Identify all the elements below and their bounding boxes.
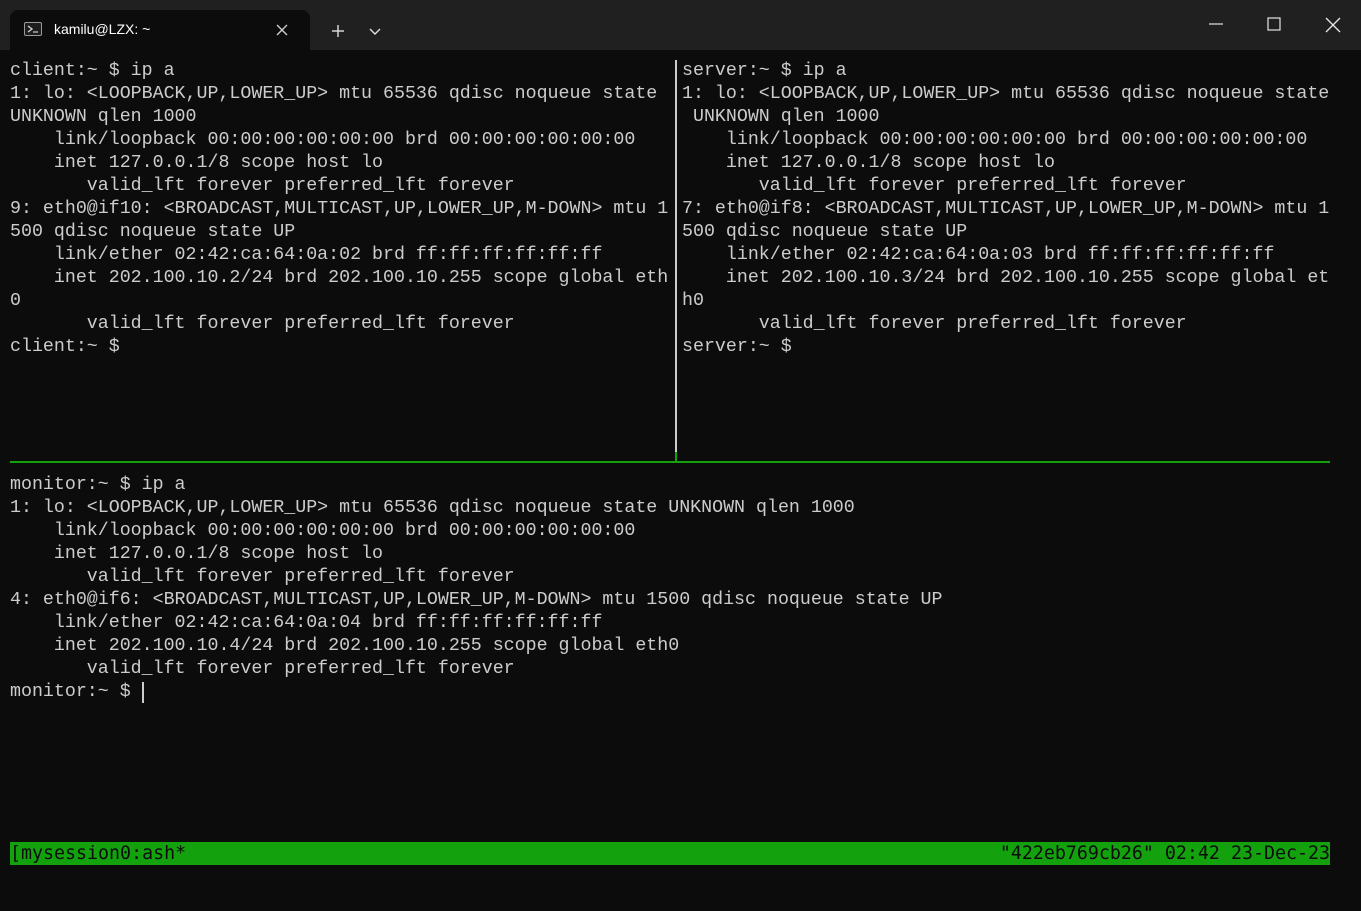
terminal-tab[interactable]: kamilu@LZX: ~ (10, 10, 310, 50)
horizontal-pane-divider[interactable] (10, 461, 1330, 463)
terminal-line: valid_lft forever preferred_lft forever (10, 659, 515, 679)
terminal-line: 1: lo: <LOOPBACK,UP,LOWER_UP> mtu 65536 … (10, 498, 855, 518)
vertical-pane-divider[interactable] (675, 60, 677, 452)
tab-title: kamilu@LZX: ~ (54, 21, 151, 37)
monitor-pane[interactable]: monitor:~ $ ip a 1: lo: <LOOPBACK,UP,LOWE… (10, 474, 943, 704)
host-time-date: "422eb769cb26" 02:42 23-Dec-23 (999, 843, 1330, 864)
minimize-icon (1209, 23, 1223, 25)
terminal-line: 4: eth0@if6: <BROADCAST,MULTICAST,UP,LOW… (10, 590, 943, 610)
session-window-name[interactable]: [mysession0:ash* (10, 842, 186, 865)
new-tab-plus-icon[interactable] (324, 18, 352, 44)
terminal-prompt: server:~ $ (682, 337, 792, 357)
title-bar: kamilu@LZX: ~ (0, 0, 1361, 50)
terminal-line: 0 (10, 291, 21, 311)
terminal-prompt: client:~ $ (10, 337, 120, 357)
minimize-button[interactable] (1187, 0, 1245, 50)
terminal-line: inet 202.100.10.2/24 brd 202.100.10.255 … (10, 268, 669, 288)
terminal-line: inet 202.100.10.3/24 brd 202.100.10.255 … (682, 268, 1330, 288)
terminal-line: 1: lo: <LOOPBACK,UP,LOWER_UP> mtu 65536 … (10, 84, 658, 104)
terminal-line: link/loopback 00:00:00:00:00:00 brd 00:0… (10, 130, 636, 150)
terminal-line: valid_lft forever preferred_lft forever (10, 567, 515, 587)
text-cursor (142, 682, 144, 703)
terminal-line: 9: eth0@if10: <BROADCAST,MULTICAST,UP,LO… (10, 199, 669, 219)
close-window-button[interactable] (1303, 0, 1361, 50)
chevron-down-icon[interactable] (364, 20, 386, 42)
terminal-line: server:~ $ ip a (682, 61, 847, 81)
terminal-line: link/loopback 00:00:00:00:00:00 brd 00:0… (10, 521, 636, 541)
maximize-button[interactable] (1245, 0, 1303, 50)
terminal-line: monitor:~ $ ip a (10, 475, 186, 495)
terminal-line: inet 127.0.0.1/8 scope host lo (10, 544, 383, 564)
client-pane[interactable]: client:~ $ ip a 1: lo: <LOOPBACK,UP,LOWER… (10, 60, 668, 359)
terminal-line: 500 qdisc noqueue state UP (682, 222, 968, 242)
terminal-line: 500 qdisc noqueue state UP (10, 222, 296, 242)
terminal-line: 7: eth0@if8: <BROADCAST,MULTICAST,UP,LOW… (682, 199, 1330, 219)
terminal-line: link/ether 02:42:ca:64:0a:03 brd ff:ff:f… (682, 245, 1275, 265)
close-tab-icon[interactable] (274, 22, 290, 38)
terminal-line: link/loopback 00:00:00:00:00:00 brd 00:0… (682, 130, 1308, 150)
terminal-prompt: monitor:~ $ (10, 682, 131, 702)
active-divider-marker (675, 452, 677, 461)
terminal-line: valid_lft forever preferred_lft forever (10, 314, 515, 334)
terminal-line: UNKNOWN qlen 1000 (682, 107, 880, 127)
terminal-line: valid_lft forever preferred_lft forever (682, 314, 1187, 334)
terminal-line: UNKNOWN qlen 1000 (10, 107, 197, 127)
terminal-line: inet 127.0.0.1/8 scope host lo (682, 153, 1055, 173)
close-icon (1325, 17, 1341, 33)
terminal-line: link/ether 02:42:ca:64:0a:04 brd ff:ff:f… (10, 613, 603, 633)
maximize-icon (1267, 17, 1281, 31)
powershell-terminal-icon (24, 22, 42, 36)
terminal-line: inet 127.0.0.1/8 scope host lo (10, 153, 383, 173)
tmux-status-bar: [mysession0:ash* "422eb769cb26" 02:42 23… (10, 842, 1330, 865)
terminal-line: inet 202.100.10.4/24 brd 202.100.10.255 … (10, 636, 680, 656)
terminal-line: link/ether 02:42:ca:64:0a:02 brd ff:ff:f… (10, 245, 603, 265)
terminal-line: client:~ $ ip a (10, 61, 175, 81)
terminal-line: h0 (682, 291, 704, 311)
terminal-line: valid_lft forever preferred_lft forever (682, 176, 1187, 196)
terminal-line: 1: lo: <LOOPBACK,UP,LOWER_UP> mtu 65536 … (682, 84, 1330, 104)
terminal-line: valid_lft forever preferred_lft forever (10, 176, 515, 196)
server-pane[interactable]: server:~ $ ip a 1: lo: <LOOPBACK,UP,LOWER… (682, 60, 1329, 359)
